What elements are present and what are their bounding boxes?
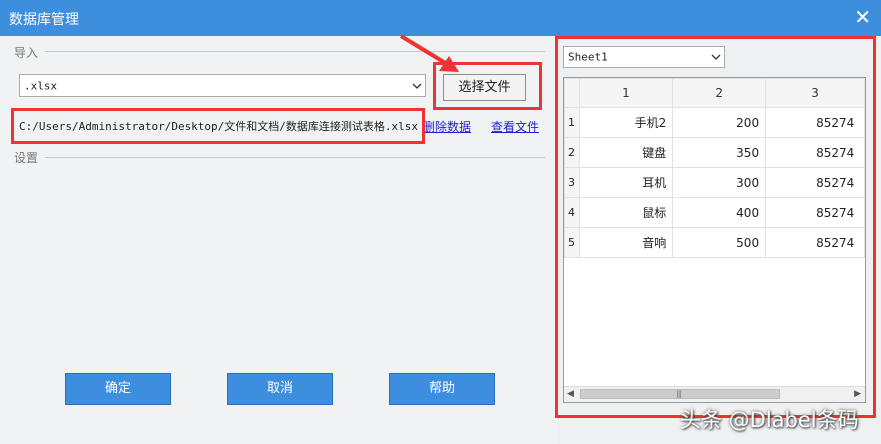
sheet-select[interactable]: Sheet1 [563, 46, 725, 68]
chevron-down-icon [711, 54, 721, 60]
row-header: 4 [564, 197, 580, 228]
cancel-button[interactable]: 取消 [227, 373, 333, 405]
grid-cell[interactable]: 300 [672, 167, 767, 198]
corner-cell [564, 78, 580, 108]
grid-cell[interactable]: 85274 [765, 227, 865, 258]
grid-cell[interactable]: 85274 [765, 107, 865, 138]
delete-data-link[interactable]: 删除数据 [423, 118, 471, 135]
file-type-value: .xlsx [24, 79, 58, 92]
grid-cell[interactable]: 200 [672, 107, 767, 138]
grid-cell[interactable]: 85274 [765, 197, 865, 228]
view-file-link[interactable]: 查看文件 [491, 118, 539, 135]
grid-cell[interactable]: 键盘 [578, 137, 674, 168]
settings-divider [45, 157, 545, 158]
table-row[interactable]: 4 鼠标 400 85274 [564, 197, 865, 228]
horizontal-scrollbar[interactable]: ◀ ||| ▶ [564, 386, 865, 402]
title-bar: 数据库管理 ✕ [0, 0, 881, 36]
file-type-select[interactable]: .xlsx [19, 74, 426, 97]
settings-section-label: 设置 [14, 151, 39, 165]
grid-cell[interactable]: 手机2 [578, 107, 674, 138]
column-header[interactable]: 3 [765, 78, 865, 108]
table-row[interactable]: 1 手机2 200 85274 [564, 107, 865, 138]
data-grid[interactable]: 1 2 3 1 手机2 200 85274 2 键盘 350 85274 3 耳… [563, 77, 866, 403]
help-button[interactable]: 帮助 [389, 373, 495, 405]
row-header: 1 [564, 107, 580, 138]
chevron-down-icon [412, 83, 422, 89]
grid-cell[interactable]: 鼠标 [578, 197, 674, 228]
confirm-button[interactable]: 确定 [65, 373, 171, 405]
scroll-thumb[interactable]: ||| [580, 389, 780, 399]
grid-cell[interactable]: 350 [672, 137, 767, 168]
import-section-label: 导入 [14, 46, 39, 60]
watermark: 头条 @Dlabel条码 [680, 408, 859, 432]
column-header[interactable]: 2 [672, 78, 767, 108]
scroll-left-icon[interactable]: ◀ [567, 389, 574, 399]
sheet-select-value: Sheet1 [568, 50, 608, 64]
arrow-annotation-icon [399, 34, 459, 72]
data-table: 1 2 3 1 手机2 200 85274 2 键盘 350 85274 3 耳… [564, 78, 865, 258]
row-header: 3 [564, 167, 580, 198]
import-divider [45, 51, 545, 52]
table-row[interactable]: 5 音响 500 85274 [564, 227, 865, 258]
row-header: 2 [564, 137, 580, 168]
table-row[interactable]: 3 耳机 300 85274 [564, 167, 865, 198]
window-title: 数据库管理 [9, 12, 79, 28]
grid-cell[interactable]: 85274 [765, 137, 865, 168]
grid-cell[interactable]: 耳机 [578, 167, 674, 198]
scroll-grip: ||| [676, 389, 682, 398]
grid-cell[interactable]: 音响 [578, 227, 674, 258]
grid-cell[interactable]: 400 [672, 197, 767, 228]
scroll-right-icon[interactable]: ▶ [854, 389, 861, 399]
column-header[interactable]: 1 [578, 78, 674, 108]
row-header: 5 [564, 227, 580, 258]
close-icon[interactable]: ✕ [854, 5, 871, 29]
grid-cell[interactable]: 500 [672, 227, 767, 258]
header-row: 1 2 3 [564, 78, 865, 108]
file-path-display: C:/Users/Administrator/Desktop/文件和文档/数据库… [19, 120, 419, 133]
choose-file-button[interactable]: 选择文件 [443, 74, 526, 101]
table-row[interactable]: 2 键盘 350 85274 [564, 137, 865, 168]
grid-cell[interactable]: 85274 [765, 167, 865, 198]
